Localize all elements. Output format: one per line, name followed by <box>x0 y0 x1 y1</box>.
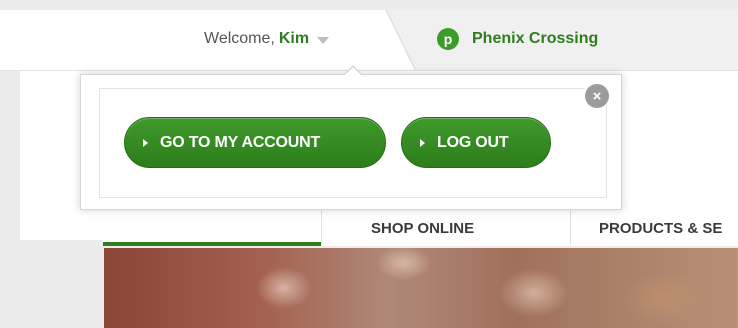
user-name: Kim <box>278 30 310 47</box>
welcome-menu-toggle[interactable]: Welcome, Kim <box>204 30 330 48</box>
go-to-account-button[interactable]: GO TO MY ACCOUNT <box>124 117 386 168</box>
nav-products-services[interactable]: PRODUCTS & SE <box>599 210 738 246</box>
header-tab-divider <box>380 10 420 70</box>
account-popup: × GO TO MY ACCOUNT LOG OUT <box>80 65 622 210</box>
nav-shop-online-label: SHOP ONLINE <box>371 219 475 237</box>
main-nav: SHOP ONLINE PRODUCTS & SE <box>103 210 738 246</box>
log-out-label: LOG OUT <box>437 133 509 151</box>
popup-pointer-fill <box>344 67 362 76</box>
close-button[interactable]: × <box>585 84 609 108</box>
nav-separator <box>321 210 322 244</box>
nav-products-label: PRODUCTS & SE <box>599 219 723 237</box>
welcome-label: Welcome, <box>204 30 275 47</box>
hero-image <box>104 248 738 328</box>
log-out-button[interactable]: LOG OUT <box>401 117 551 168</box>
caret-down-icon <box>317 36 330 44</box>
caret-right-icon <box>143 138 148 147</box>
close-icon: × <box>592 87 602 105</box>
store-name: Phenix Crossing <box>472 30 599 47</box>
store-selector[interactable]: p Phenix Crossing <box>437 28 598 50</box>
nav-shop-online[interactable]: SHOP ONLINE <box>371 210 521 246</box>
publix-logo-icon: p <box>437 28 459 50</box>
nav-active-indicator <box>103 242 321 246</box>
caret-right-icon <box>420 138 425 147</box>
go-to-account-label: GO TO MY ACCOUNT <box>160 133 321 151</box>
nav-separator <box>570 210 571 244</box>
